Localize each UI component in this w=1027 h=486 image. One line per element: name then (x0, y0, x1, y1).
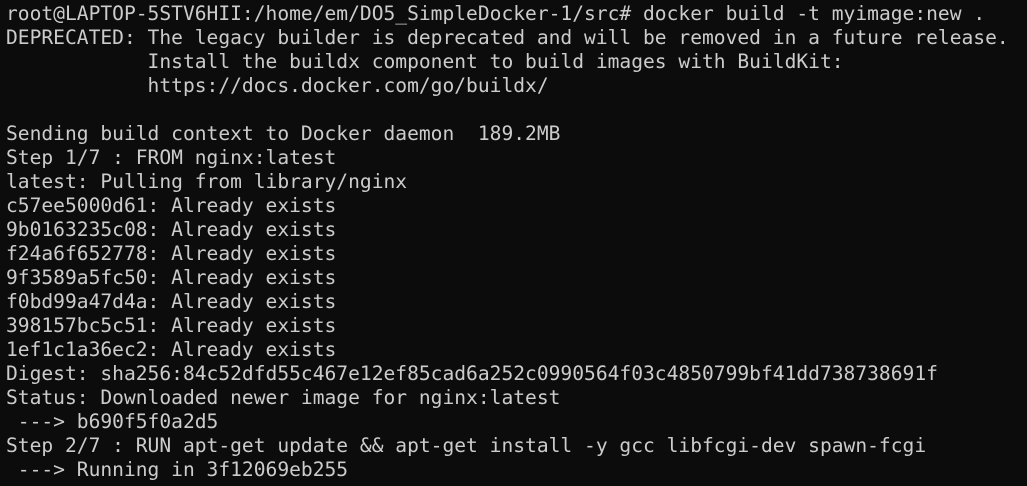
output-line: f24a6f652778: Already exists (6, 242, 337, 265)
output-line: 9b0163235c08: Already exists (6, 218, 337, 241)
output-line: Step 2/7 : RUN apt-get update && apt-get… (6, 434, 927, 457)
output-line: ---> Running in 3f12069eb255 (6, 458, 349, 481)
output-line: c57ee5000d61: Already exists (6, 194, 337, 217)
output-line: Install the buildx component to build im… (6, 50, 844, 73)
output-line: Digest: sha256:84c52dfd55c467e12ef85cad6… (6, 362, 938, 385)
output-line: Step 1/7 : FROM nginx:latest (6, 146, 337, 169)
output-line: Status: Downloaded newer image for nginx… (6, 386, 561, 409)
output-line: 9f3589a5fc50: Already exists (6, 266, 337, 289)
output-line: 398157bc5c51: Already exists (6, 314, 337, 337)
output-line: https://docs.docker.com/go/buildx/ (6, 74, 549, 97)
output-line: f0bd99a47d4a: Already exists (6, 290, 337, 313)
command-line: root@LAPTOP-5STV6HII:/home/em/DO5_Simple… (6, 2, 1027, 26)
output-line: Sending build context to Docker daemon 1… (6, 122, 561, 145)
terminal-window[interactable]: root@LAPTOP-5STV6HII:/home/em/DO5_Simple… (0, 0, 1027, 486)
output-line: latest: Pulling from library/nginx (6, 170, 408, 193)
shell-prompt: root@LAPTOP-5STV6HII:/home/em/DO5_Simple… (6, 2, 632, 25)
output-line: ---> b690f5f0a2d5 (6, 410, 219, 433)
output-line: 1ef1c1a36ec2: Already exists (6, 338, 337, 361)
typed-command: docker build -t myimage:new . (631, 2, 986, 25)
output-line: DEPRECATED: The legacy builder is deprec… (6, 26, 1009, 49)
